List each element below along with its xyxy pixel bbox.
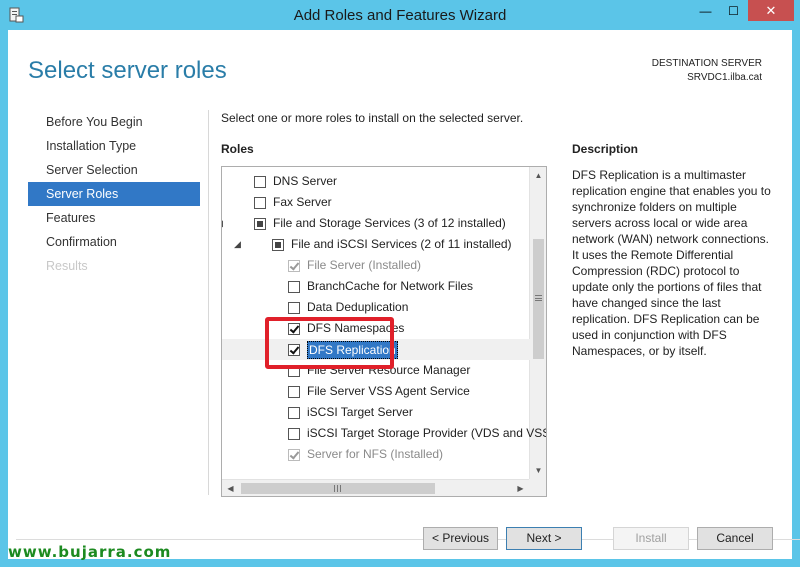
role-row[interactable]: File Server VSS Agent Service	[222, 381, 530, 402]
role-checkbox[interactable]	[288, 281, 300, 293]
roles-heading: Roles	[221, 142, 254, 156]
nav-item[interactable]: Installation Type	[28, 134, 200, 158]
grip-icon	[334, 485, 341, 492]
role-label: File Server VSS Agent Service	[307, 384, 470, 398]
role-row[interactable]: File Server (Installed)	[222, 255, 530, 276]
role-label: BranchCache for Network Files	[307, 279, 474, 293]
destination-label: DESTINATION SERVER	[651, 58, 762, 69]
description-text: DFS Replication is a multimaster replica…	[572, 168, 771, 358]
role-label: iSCSI Target Storage Provider (VDS and V…	[307, 426, 547, 440]
scroll-down-icon[interactable]: ▼	[530, 462, 546, 479]
cancel-button[interactable]: Cancel	[697, 527, 773, 550]
role-label: File Server (Installed)	[307, 258, 422, 272]
nav-divider	[208, 110, 209, 495]
collapse-icon[interactable]: ◢	[222, 213, 226, 234]
role-row[interactable]: BranchCache for Network Files	[222, 276, 530, 297]
role-label: iSCSI Target Server	[307, 405, 413, 419]
nav-item[interactable]: Confirmation	[28, 230, 200, 254]
minimize-button[interactable]: —	[692, 0, 719, 21]
role-row[interactable]: DNS Server	[222, 171, 530, 192]
nav-item: Results	[46, 259, 88, 273]
nav-item[interactable]: Features	[28, 206, 200, 230]
role-row[interactable]: iSCSI Target Storage Provider (VDS and V…	[222, 423, 546, 444]
role-label: Server for NFS (Installed)	[307, 447, 444, 461]
title-bar: Add Roles and Features Wizard — ☐ ✕	[0, 0, 800, 30]
role-label: DNS Server	[273, 174, 338, 188]
page-title: Select server roles	[28, 57, 227, 84]
grip-icon	[535, 295, 542, 301]
nav-item[interactable]: Before You Begin	[28, 110, 200, 134]
role-label: Data Deduplication	[307, 300, 409, 314]
roles-horizontal-scrollbar[interactable]: ◀ ▶	[222, 479, 529, 496]
instruction-text: Select one or more roles to install on t…	[221, 111, 524, 125]
highlight-annotation	[265, 317, 394, 369]
role-label: Fax Server	[273, 195, 332, 209]
role-checkbox[interactable]	[254, 218, 266, 230]
scroll-up-icon[interactable]: ▲	[530, 167, 546, 184]
role-label: File and iSCSI Services (2 of 11 install…	[291, 237, 512, 251]
vertical-scroll-thumb[interactable]	[533, 239, 544, 359]
destination-value: SRVDC1.ilba.cat	[687, 72, 762, 83]
install-button[interactable]: Install	[613, 527, 689, 550]
scrollbar-corner	[529, 479, 546, 496]
description-heading: Description	[572, 142, 639, 156]
role-checkbox[interactable]	[272, 239, 284, 251]
role-checkbox[interactable]	[254, 197, 266, 209]
collapse-icon[interactable]: ◢	[234, 234, 244, 255]
scroll-right-icon[interactable]: ▶	[512, 480, 529, 496]
destination-server: DESTINATION SERVER SRVDC1.ilba.cat	[652, 57, 762, 85]
role-checkbox[interactable]	[288, 428, 300, 440]
role-checkbox	[288, 260, 300, 272]
window-title: Add Roles and Features Wizard	[293, 7, 507, 24]
role-checkbox[interactable]	[288, 386, 300, 398]
role-checkbox[interactable]	[254, 176, 266, 188]
nav-item[interactable]: Server Roles	[28, 182, 200, 206]
watermark-text: www.bujarra.com	[8, 543, 172, 561]
role-row[interactable]: ◢ File and iSCSI Services (2 of 11 instal…	[222, 234, 530, 255]
role-row[interactable]: ◢ File and Storage Services (3 of 12 inst…	[222, 213, 530, 234]
role-checkbox	[288, 449, 300, 461]
role-row[interactable]: iSCSI Target Server	[222, 402, 530, 423]
close-button[interactable]: ✕	[748, 0, 794, 21]
nav-item[interactable]: Server Selection	[28, 158, 200, 182]
next-button[interactable]: Next >	[506, 527, 582, 550]
wizard-window: Add Roles and Features Wizard — ☐ ✕ Sele…	[0, 0, 800, 567]
role-label: File and Storage Services (3 of 12 insta…	[273, 216, 506, 230]
role-checkbox[interactable]	[288, 302, 300, 314]
role-checkbox[interactable]	[288, 407, 300, 419]
wizard-client-area: Select server roles DESTINATION SERVER S…	[8, 30, 800, 559]
horizontal-scroll-thumb[interactable]	[241, 483, 435, 494]
previous-button[interactable]: < Previous	[423, 527, 498, 550]
maximize-button[interactable]: ☐	[720, 0, 747, 21]
role-row[interactable]: Fax Server	[222, 192, 530, 213]
scroll-left-icon[interactable]: ◀	[222, 480, 239, 496]
role-row[interactable]: Server for NFS (Installed)	[222, 444, 530, 465]
role-row[interactable]: Data Deduplication	[222, 297, 530, 318]
wizard-nav: Before You Begin Installation Type Server …	[28, 110, 200, 278]
